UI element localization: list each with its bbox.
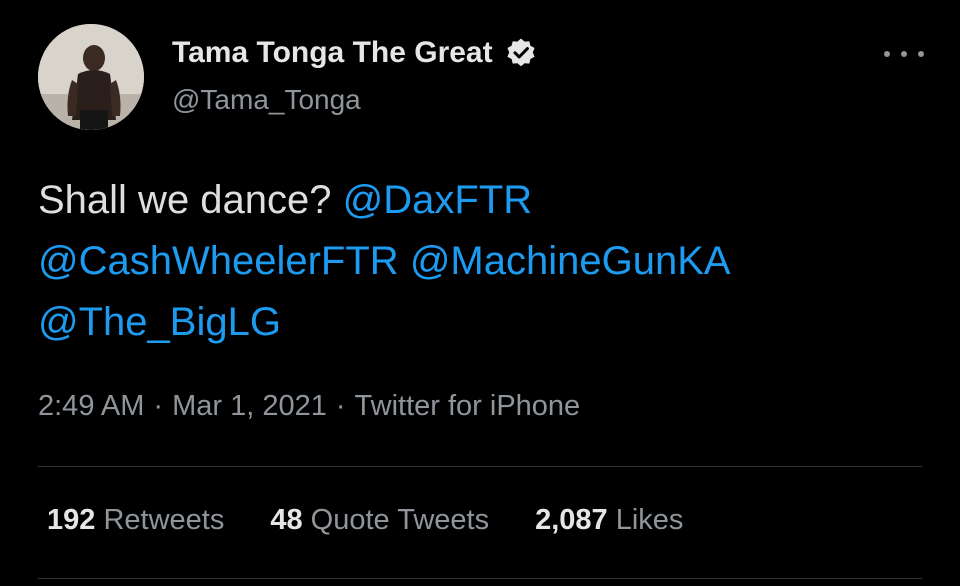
divider [38,578,922,579]
tweet-date[interactable]: Mar 1, 2021 [172,390,327,422]
likes-label: Likes [615,504,684,536]
mention-link[interactable]: @The_BigLG [38,300,281,344]
meta-separator: · [153,390,164,422]
tweet-meta: 2:49 AM · Mar 1, 2021 · Twitter for iPhone [38,390,580,423]
verified-badge-icon [505,37,537,69]
retweets-stat[interactable]: 192 Retweets [47,504,224,537]
mention-link[interactable]: @MachineGunKA [410,239,731,283]
quote-tweets-label: Quote Tweets [310,504,490,536]
quote-tweets-stat[interactable]: 48 Quote Tweets [270,504,489,537]
avatar-photo-icon [38,24,144,130]
author-display-name[interactable]: Tama Tonga The Great [172,36,493,70]
mention-link[interactable]: @DaxFTR [343,178,533,222]
retweets-label: Retweets [103,504,225,536]
more-options-icon[interactable] [884,36,924,72]
retweets-count: 192 [47,504,96,536]
tweet-source[interactable]: Twitter for iPhone [355,390,581,422]
author-handle[interactable]: @Tama_Tonga [172,84,361,116]
more-dot [918,51,924,57]
divider [38,466,922,467]
tweet-stats: 192 Retweets 48 Quote Tweets 2,087 Likes [47,504,729,537]
mention-link[interactable]: @CashWheelerFTR [38,239,399,283]
tweet-text: Shall we dance? @DaxFTR @CashWheelerFTR … [38,170,938,353]
tweet-text-plain: Shall we dance? [38,178,332,222]
meta-separator: · [335,390,346,422]
more-dot [901,51,907,57]
quote-tweets-count: 48 [270,504,303,536]
author-display-name-row[interactable]: Tama Tonga The Great [172,36,537,70]
likes-count: 2,087 [535,504,608,536]
more-dot [884,51,890,57]
avatar[interactable] [38,24,144,130]
likes-stat[interactable]: 2,087 Likes [535,504,683,537]
tweet-time[interactable]: 2:49 AM [38,390,144,422]
